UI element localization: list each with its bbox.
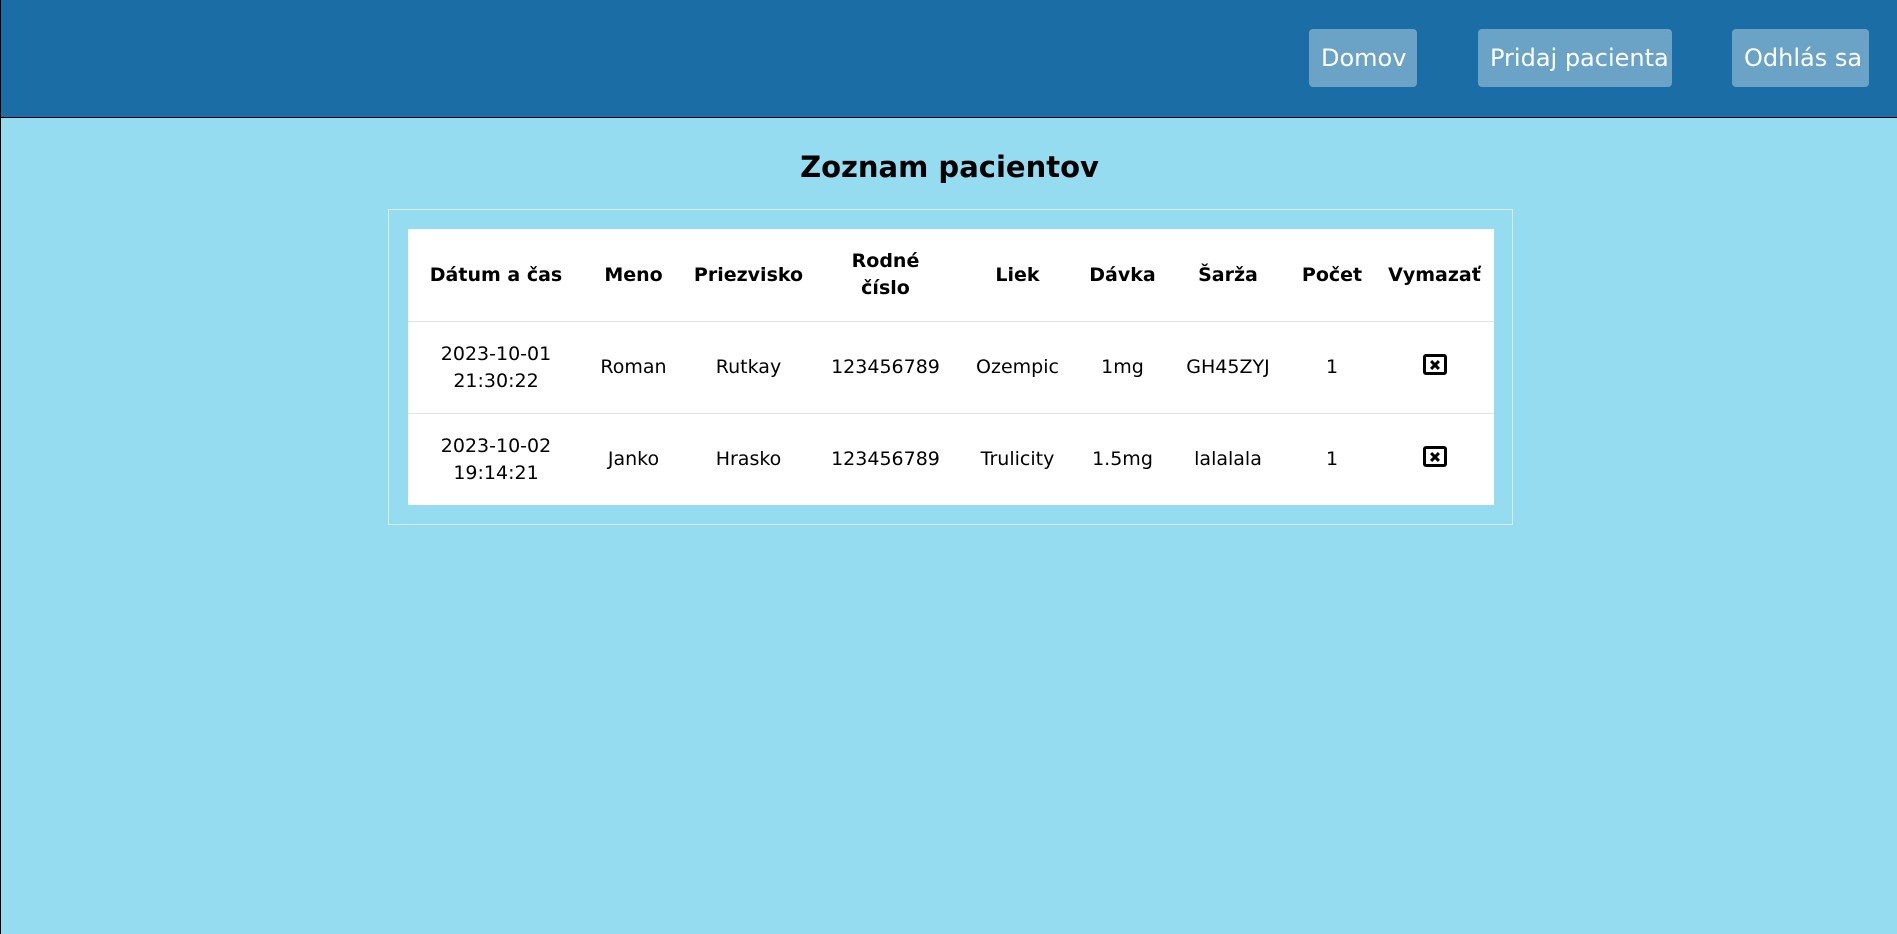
column-header-last-name: Priezvisko	[683, 229, 814, 322]
column-header-birth-number: Rodné číslo	[814, 229, 957, 322]
cell-date: 2023-10-02	[440, 434, 552, 457]
cell-count: 1	[1289, 321, 1375, 414]
add-patient-button[interactable]: Pridaj pacienta	[1478, 29, 1672, 87]
home-button[interactable]: Domov	[1309, 29, 1417, 87]
column-header-birth-number-line1: Rodné	[851, 250, 920, 272]
column-header-dose: Dávka	[1078, 229, 1167, 322]
delete-row-icon[interactable]	[1422, 354, 1447, 375]
column-header-delete: Vymazať	[1375, 229, 1494, 322]
cell-time: 19:14:21	[453, 461, 539, 484]
column-header-birth-number-line2: číslo	[861, 277, 910, 299]
cell-datetime: 2023-10-02 19:14:21	[408, 414, 584, 506]
page-title: Zoznam pacientov	[800, 150, 1099, 184]
cell-first-name: Janko	[607, 448, 660, 470]
cell-batch: lalalala	[1194, 448, 1262, 470]
patients-table-container: Dátum a čas Meno Priezvisko Rodné číslo …	[388, 209, 1513, 525]
cell-drug: Ozempic	[957, 321, 1078, 414]
cell-date: 2023-10-01	[440, 342, 552, 365]
cell-birth-number: 123456789	[814, 321, 957, 414]
top-navigation-bar: Domov Pridaj pacienta Odhlás sa	[1, 0, 1897, 118]
column-header-batch: Šarža	[1167, 229, 1289, 322]
column-header-datetime: Dátum a čas	[408, 229, 584, 322]
table-row: 2023-10-02 19:14:21 Janko Hrasko 1234567…	[408, 414, 1494, 506]
cell-time: 21:30:22	[453, 369, 539, 392]
table-header-row: Dátum a čas Meno Priezvisko Rodné číslo …	[408, 229, 1494, 322]
cell-batch: GH45ZYJ	[1167, 321, 1289, 414]
column-header-first-name: Meno	[584, 229, 683, 322]
cell-dose: 1.5mg	[1092, 448, 1153, 470]
column-header-drug: Liek	[957, 229, 1078, 322]
cell-dose: 1mg	[1078, 321, 1167, 414]
cell-delete	[1375, 321, 1494, 414]
cell-first-name: Roman	[584, 321, 683, 414]
cell-last-name: Hrasko	[715, 448, 782, 470]
cell-drug: Trulicity	[980, 448, 1055, 470]
logout-button[interactable]: Odhlás sa	[1732, 29, 1869, 87]
cell-datetime: 2023-10-01 21:30:22	[408, 321, 584, 414]
cell-delete	[1375, 414, 1494, 506]
delete-row-icon[interactable]	[1422, 446, 1447, 467]
patients-table: Dátum a čas Meno Priezvisko Rodné číslo …	[408, 229, 1494, 505]
app-page: Domov Pridaj pacienta Odhlás sa Zoznam p…	[0, 0, 1897, 934]
cell-birth-number: 123456789	[831, 448, 940, 470]
patients-table-card: Dátum a čas Meno Priezvisko Rodné číslo …	[408, 229, 1494, 505]
table-row: 2023-10-01 21:30:22 Roman Rutkay 1234567…	[408, 321, 1494, 414]
cell-count: 1	[1325, 448, 1339, 470]
cell-last-name: Rutkay	[683, 321, 814, 414]
column-header-count: Počet	[1289, 229, 1375, 322]
